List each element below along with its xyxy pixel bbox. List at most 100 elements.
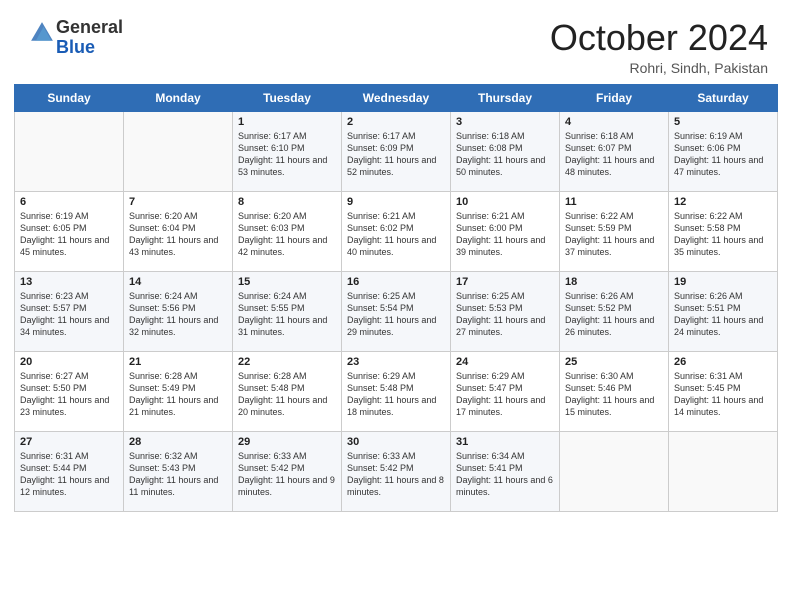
calendar-cell: 8 Sunrise: 6:20 AM Sunset: 6:03 PM Daylig…: [233, 191, 342, 271]
calendar-cell: 24 Sunrise: 6:29 AM Sunset: 5:47 PM Dayli…: [451, 351, 560, 431]
cell-content: Sunrise: 6:24 AM Sunset: 5:56 PM Dayligh…: [129, 290, 227, 339]
week-row-4: 20 Sunrise: 6:27 AM Sunset: 5:50 PM Dayli…: [15, 351, 778, 431]
calendar-table: SundayMondayTuesdayWednesdayThursdayFrid…: [14, 84, 778, 512]
cell-content: Sunrise: 6:34 AM Sunset: 5:41 PM Dayligh…: [456, 450, 554, 499]
calendar-cell: 17 Sunrise: 6:25 AM Sunset: 5:53 PM Dayli…: [451, 271, 560, 351]
cell-content: Sunrise: 6:20 AM Sunset: 6:03 PM Dayligh…: [238, 210, 336, 259]
day-number: 29: [238, 436, 336, 448]
day-number: 24: [456, 356, 554, 368]
week-row-1: 1 Sunrise: 6:17 AM Sunset: 6:10 PM Daylig…: [15, 111, 778, 191]
week-row-3: 13Sunrise: 6:23 AM Sunset: 5:57 PM Dayli…: [15, 271, 778, 351]
calendar-cell: 5 Sunrise: 6:19 AM Sunset: 6:06 PM Daylig…: [669, 111, 778, 191]
day-header-friday: Friday: [560, 84, 669, 111]
calendar-cell: 19Sunrise: 6:26 AM Sunset: 5:51 PM Dayli…: [669, 271, 778, 351]
calendar-cell: [560, 431, 669, 511]
calendar-cell: [15, 111, 124, 191]
calendar-cell: 6Sunrise: 6:19 AM Sunset: 6:05 PM Daylig…: [15, 191, 124, 271]
cell-content: Sunrise: 6:31 AM Sunset: 5:44 PM Dayligh…: [20, 450, 118, 499]
calendar-cell: 14 Sunrise: 6:24 AM Sunset: 5:56 PM Dayli…: [124, 271, 233, 351]
calendar-cell: 20 Sunrise: 6:27 AM Sunset: 5:50 PM Dayli…: [15, 351, 124, 431]
day-number: 26: [674, 356, 772, 368]
day-number: 10: [456, 196, 554, 208]
day-number: 12: [674, 196, 772, 208]
calendar-wrapper: SundayMondayTuesdayWednesdayThursdayFrid…: [0, 84, 792, 526]
cell-content: Sunrise: 6:21 AM Sunset: 6:00 PM Dayligh…: [456, 210, 554, 259]
day-header-sunday: Sunday: [15, 84, 124, 111]
calendar-cell: 18 Sunrise: 6:26 AM Sunset: 5:52 PM Dayli…: [560, 271, 669, 351]
cell-content: Sunrise: 6:30 AM Sunset: 5:46 PM Dayligh…: [565, 370, 663, 419]
month-year-title: October 2024: [550, 18, 768, 58]
cell-content: Sunrise: 6:29 AM Sunset: 5:47 PM Dayligh…: [456, 370, 554, 419]
calendar-cell: 10 Sunrise: 6:21 AM Sunset: 6:00 PM Dayli…: [451, 191, 560, 271]
day-number: 6: [20, 196, 118, 208]
day-header-tuesday: Tuesday: [233, 84, 342, 111]
cell-content: Sunrise: 6:32 AM Sunset: 5:43 PM Dayligh…: [129, 450, 227, 499]
logo-text: General Blue: [56, 18, 123, 58]
logo: General Blue: [24, 18, 123, 58]
day-number: 18: [565, 276, 663, 288]
day-number: 25: [565, 356, 663, 368]
cell-content: Sunrise: 6:18 AM Sunset: 6:08 PM Dayligh…: [456, 130, 554, 179]
calendar-cell: 7Sunrise: 6:20 AM Sunset: 6:04 PM Daylig…: [124, 191, 233, 271]
day-number: 15: [238, 276, 336, 288]
calendar-cell: 3 Sunrise: 6:18 AM Sunset: 6:08 PM Daylig…: [451, 111, 560, 191]
calendar-cell: 13Sunrise: 6:23 AM Sunset: 5:57 PM Dayli…: [15, 271, 124, 351]
calendar-cell: 28Sunrise: 6:32 AM Sunset: 5:43 PM Dayli…: [124, 431, 233, 511]
cell-content: Sunrise: 6:31 AM Sunset: 5:45 PM Dayligh…: [674, 370, 772, 419]
calendar-cell: 29 Sunrise: 6:33 AM Sunset: 5:42 PM Dayli…: [233, 431, 342, 511]
cell-content: Sunrise: 6:29 AM Sunset: 5:48 PM Dayligh…: [347, 370, 445, 419]
calendar-cell: 25 Sunrise: 6:30 AM Sunset: 5:46 PM Dayli…: [560, 351, 669, 431]
cell-content: Sunrise: 6:18 AM Sunset: 6:07 PM Dayligh…: [565, 130, 663, 179]
day-number: 20: [20, 356, 118, 368]
calendar-cell: 15 Sunrise: 6:24 AM Sunset: 5:55 PM Dayli…: [233, 271, 342, 351]
calendar-cell: 4 Sunrise: 6:18 AM Sunset: 6:07 PM Daylig…: [560, 111, 669, 191]
calendar-cell: 22Sunrise: 6:28 AM Sunset: 5:48 PM Dayli…: [233, 351, 342, 431]
days-header-row: SundayMondayTuesdayWednesdayThursdayFrid…: [15, 84, 778, 111]
cell-content: Sunrise: 6:33 AM Sunset: 5:42 PM Dayligh…: [238, 450, 336, 499]
cell-content: Sunrise: 6:20 AM Sunset: 6:04 PM Dayligh…: [129, 210, 227, 259]
day-header-saturday: Saturday: [669, 84, 778, 111]
cell-content: Sunrise: 6:19 AM Sunset: 6:06 PM Dayligh…: [674, 130, 772, 179]
day-header-monday: Monday: [124, 84, 233, 111]
day-number: 14: [129, 276, 227, 288]
cell-content: Sunrise: 6:17 AM Sunset: 6:10 PM Dayligh…: [238, 130, 336, 179]
day-header-wednesday: Wednesday: [342, 84, 451, 111]
cell-content: Sunrise: 6:26 AM Sunset: 5:52 PM Dayligh…: [565, 290, 663, 339]
location-subtitle: Rohri, Sindh, Pakistan: [550, 60, 768, 76]
cell-content: Sunrise: 6:22 AM Sunset: 5:58 PM Dayligh…: [674, 210, 772, 259]
calendar-cell: 21 Sunrise: 6:28 AM Sunset: 5:49 PM Dayli…: [124, 351, 233, 431]
day-number: 16: [347, 276, 445, 288]
day-number: 3: [456, 116, 554, 128]
day-number: 1: [238, 116, 336, 128]
cell-content: Sunrise: 6:25 AM Sunset: 5:54 PM Dayligh…: [347, 290, 445, 339]
cell-content: Sunrise: 6:25 AM Sunset: 5:53 PM Dayligh…: [456, 290, 554, 339]
calendar-cell: 26 Sunrise: 6:31 AM Sunset: 5:45 PM Dayli…: [669, 351, 778, 431]
day-number: 27: [20, 436, 118, 448]
day-number: 13: [20, 276, 118, 288]
week-row-2: 6Sunrise: 6:19 AM Sunset: 6:05 PM Daylig…: [15, 191, 778, 271]
calendar-cell: 12 Sunrise: 6:22 AM Sunset: 5:58 PM Dayli…: [669, 191, 778, 271]
calendar-cell: 1 Sunrise: 6:17 AM Sunset: 6:10 PM Daylig…: [233, 111, 342, 191]
calendar-cell: 9Sunrise: 6:21 AM Sunset: 6:02 PM Daylig…: [342, 191, 451, 271]
title-block: October 2024 Rohri, Sindh, Pakistan: [550, 18, 768, 76]
day-number: 19: [674, 276, 772, 288]
calendar-cell: 16 Sunrise: 6:25 AM Sunset: 5:54 PM Dayli…: [342, 271, 451, 351]
cell-content: Sunrise: 6:33 AM Sunset: 5:42 PM Dayligh…: [347, 450, 445, 499]
day-number: 11: [565, 196, 663, 208]
day-number: 30: [347, 436, 445, 448]
calendar-cell: 27 Sunrise: 6:31 AM Sunset: 5:44 PM Dayli…: [15, 431, 124, 511]
calendar-cell: [124, 111, 233, 191]
calendar-cell: 23 Sunrise: 6:29 AM Sunset: 5:48 PM Dayli…: [342, 351, 451, 431]
week-row-5: 27 Sunrise: 6:31 AM Sunset: 5:44 PM Dayli…: [15, 431, 778, 511]
cell-content: Sunrise: 6:28 AM Sunset: 5:49 PM Dayligh…: [129, 370, 227, 419]
cell-content: Sunrise: 6:21 AM Sunset: 6:02 PM Dayligh…: [347, 210, 445, 259]
day-number: 21: [129, 356, 227, 368]
day-number: 8: [238, 196, 336, 208]
cell-content: Sunrise: 6:24 AM Sunset: 5:55 PM Dayligh…: [238, 290, 336, 339]
day-number: 4: [565, 116, 663, 128]
day-number: 5: [674, 116, 772, 128]
day-number: 23: [347, 356, 445, 368]
day-number: 31: [456, 436, 554, 448]
day-number: 17: [456, 276, 554, 288]
cell-content: Sunrise: 6:27 AM Sunset: 5:50 PM Dayligh…: [20, 370, 118, 419]
